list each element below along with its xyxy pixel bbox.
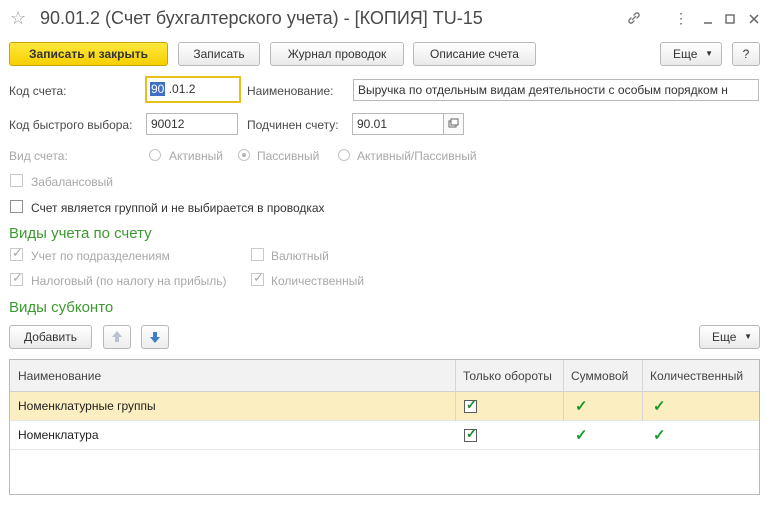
column-header-name[interactable]: Наименование bbox=[10, 360, 455, 392]
subconto-section-title: Виды субконто bbox=[9, 299, 114, 316]
sum-check-icon[interactable]: ✓ bbox=[575, 421, 588, 450]
table-row[interactable]: Номенклатура ✓ ✓ ✓ bbox=[10, 421, 759, 450]
row-name-cell: Номенклатурные группы bbox=[18, 399, 156, 413]
arrow-up-icon bbox=[112, 331, 122, 342]
tax-checkbox[interactable]: ✓ bbox=[10, 270, 23, 286]
parent-account-label: Подчинен счету: bbox=[247, 118, 339, 132]
maximize-icon[interactable] bbox=[720, 8, 740, 28]
radio-passive-label: Пассивный bbox=[257, 149, 320, 163]
division-label: Учет по подразделениям bbox=[31, 249, 170, 263]
radio-active-passive-label: Активный/Пассивный bbox=[357, 149, 477, 163]
account-type-label: Вид счета: bbox=[9, 149, 68, 163]
dropdown-arrow-icon: ▼ bbox=[705, 49, 713, 58]
add-button[interactable]: Добавить bbox=[9, 325, 92, 349]
radio-active-passive[interactable] bbox=[338, 149, 350, 161]
more-vertical-icon[interactable]: ⋮ bbox=[671, 8, 691, 28]
code-rest-text: .01.2 bbox=[165, 82, 196, 96]
code-input[interactable]: 90 .01.2 bbox=[145, 76, 241, 103]
quantity-checkbox[interactable]: ✓ bbox=[251, 270, 264, 286]
group-checkbox[interactable] bbox=[10, 200, 23, 213]
quick-code-input[interactable]: 90012 bbox=[146, 113, 238, 135]
link-icon[interactable] bbox=[624, 8, 644, 28]
column-header-quantity[interactable]: Количественный bbox=[642, 360, 759, 392]
close-icon[interactable] bbox=[744, 8, 764, 28]
favorite-star-icon[interactable]: ☆ bbox=[10, 8, 26, 28]
turnover-checkbox[interactable]: ✓ bbox=[464, 397, 477, 413]
subconto-more-button[interactable]: Еще ▼ bbox=[699, 325, 760, 349]
open-window-icon bbox=[448, 118, 459, 128]
code-label: Код счета: bbox=[9, 84, 67, 98]
account-description-button[interactable]: Описание счета bbox=[413, 42, 536, 66]
dropdown-arrow-icon: ▼ bbox=[744, 332, 752, 341]
subconto-more-label: Еще bbox=[712, 330, 737, 344]
checkmark-icon: ✓ bbox=[12, 245, 23, 260]
division-checkbox[interactable]: ✓ bbox=[10, 245, 23, 261]
checkmark-icon: ✓ bbox=[466, 426, 477, 441]
help-button[interactable]: ? bbox=[732, 42, 760, 66]
journal-button[interactable]: Журнал проводок bbox=[270, 42, 404, 66]
window-title: 90.01.2 (Счет бухгалтерского учета) - [К… bbox=[40, 8, 483, 28]
currency-label: Валютный bbox=[271, 249, 329, 263]
column-divider bbox=[455, 360, 456, 421]
checkmark-icon: ✓ bbox=[253, 270, 264, 285]
currency-checkbox[interactable] bbox=[251, 248, 264, 261]
name-label: Наименование: bbox=[247, 84, 334, 98]
turnover-checkbox[interactable]: ✓ bbox=[464, 426, 477, 442]
column-divider bbox=[563, 360, 564, 421]
column-header-turnover[interactable]: Только обороты bbox=[455, 360, 563, 392]
offbalance-label: Забалансовый bbox=[31, 175, 114, 189]
arrow-down-icon bbox=[150, 332, 160, 343]
radio-active-label: Активный bbox=[169, 149, 223, 163]
save-and-close-button[interactable]: Записать и закрыть bbox=[9, 42, 168, 66]
accounting-section-title: Виды учета по счету bbox=[9, 225, 152, 242]
quantity-label: Количественный bbox=[271, 274, 365, 288]
table-row[interactable]: Номенклатурные группы ✓ ✓ ✓ bbox=[10, 392, 759, 421]
more-button-label: Еще bbox=[673, 47, 698, 61]
quantity-check-icon[interactable]: ✓ bbox=[653, 392, 666, 421]
move-down-button[interactable] bbox=[141, 325, 169, 349]
checkmark-icon: ✓ bbox=[466, 397, 477, 412]
parent-account-input[interactable]: 90.01 bbox=[352, 113, 444, 135]
more-button[interactable]: Еще ▼ bbox=[660, 42, 722, 66]
minimize-icon[interactable] bbox=[698, 8, 718, 28]
quantity-check-icon[interactable]: ✓ bbox=[653, 421, 666, 450]
radio-passive[interactable] bbox=[238, 149, 250, 161]
tax-label: Налоговый (по налогу на прибыль) bbox=[31, 274, 227, 288]
offbalance-checkbox[interactable] bbox=[10, 174, 23, 187]
save-button[interactable]: Записать bbox=[178, 42, 260, 66]
radio-active[interactable] bbox=[149, 149, 161, 161]
sum-check-icon[interactable]: ✓ bbox=[575, 392, 588, 421]
row-name-cell: Номенклатура bbox=[18, 428, 99, 442]
column-divider bbox=[642, 360, 643, 421]
name-input[interactable]: Выручка по отдельным видам деятельности … bbox=[353, 79, 759, 101]
column-header-sum[interactable]: Суммовой bbox=[563, 360, 642, 392]
code-selected-text: 90 bbox=[150, 82, 166, 96]
group-label: Счет является группой и не выбирается в … bbox=[31, 201, 325, 215]
checkmark-icon: ✓ bbox=[12, 270, 23, 285]
move-up-button[interactable] bbox=[103, 325, 131, 349]
open-parent-button[interactable] bbox=[444, 113, 464, 135]
subconto-table[interactable]: Наименование Только обороты Суммовой Кол… bbox=[9, 359, 760, 495]
quick-code-label: Код быстрого выбора: bbox=[9, 118, 133, 132]
